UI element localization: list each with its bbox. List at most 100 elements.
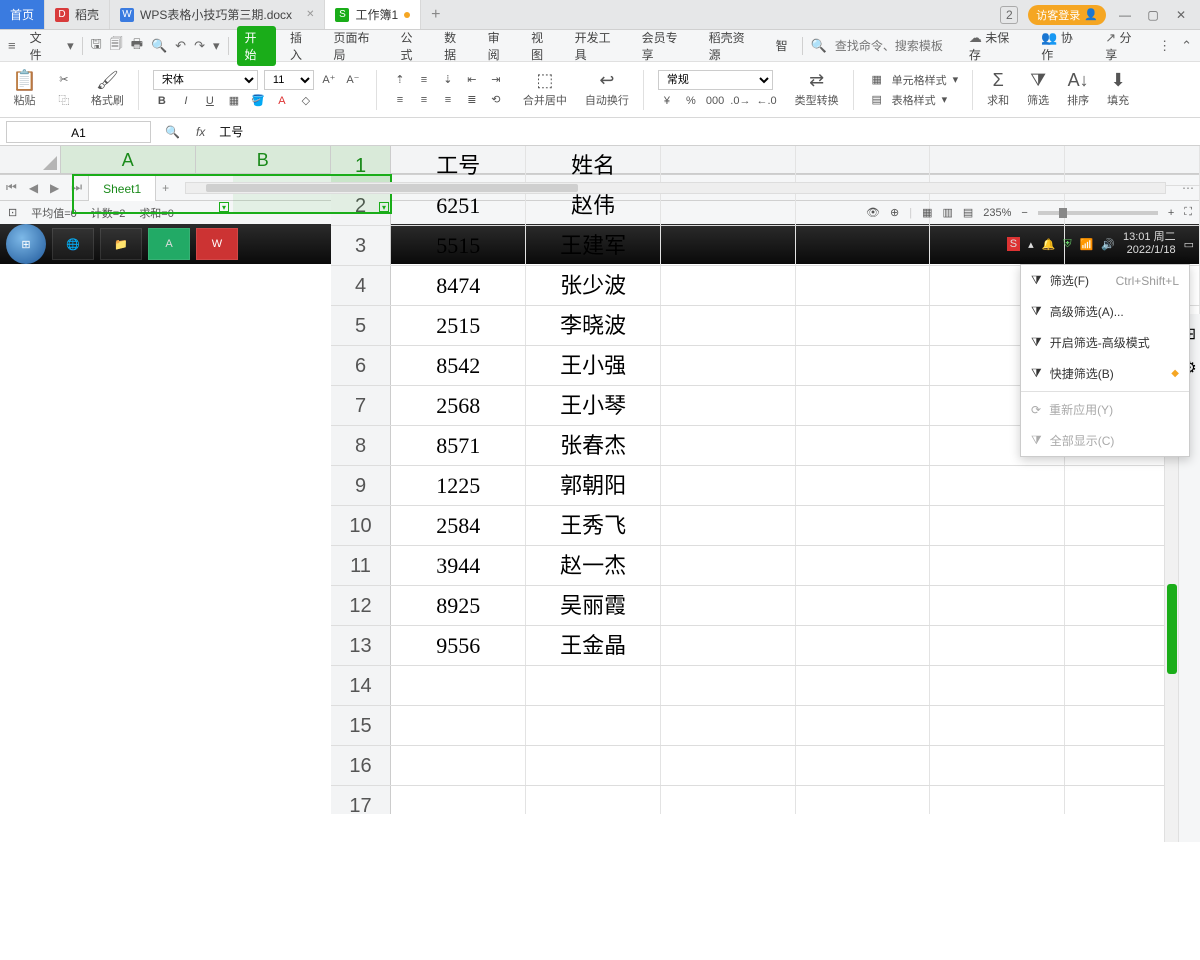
align-top-icon[interactable]: ⇡	[391, 71, 409, 89]
cell[interactable]	[661, 706, 796, 745]
share-button[interactable]: ↗ 分享	[1099, 25, 1148, 67]
filter-handle-A[interactable]: ▾	[219, 202, 229, 212]
close-icon[interactable]: ✕	[306, 9, 314, 20]
menu-data[interactable]: 数据	[438, 25, 474, 67]
cellstyle-icon[interactable]: ▦	[868, 71, 886, 89]
cell[interactable]: 3944	[391, 546, 526, 585]
row-header[interactable]: 14	[331, 666, 392, 705]
search-input[interactable]	[835, 39, 955, 53]
align-left-icon[interactable]: ≡	[391, 91, 409, 109]
wrap-icon[interactable]: ↩	[598, 72, 616, 90]
action-center-icon[interactable]: ▭	[1184, 238, 1194, 251]
cell[interactable]: 郭朝阳	[526, 466, 661, 505]
zoom-out-icon[interactable]: −	[1021, 207, 1027, 219]
number-format-select[interactable]: 常规	[658, 70, 773, 90]
filter-handle-B[interactable]: ▾	[379, 202, 389, 212]
formula-input[interactable]: 工号	[213, 123, 1200, 140]
row-header[interactable]: 4	[331, 266, 392, 305]
menu-member[interactable]: 会员专享	[636, 25, 695, 67]
paste-icon[interactable]: 📋	[12, 72, 37, 90]
cell[interactable]	[1065, 146, 1200, 185]
cut-icon[interactable]: ✂	[55, 71, 73, 89]
sheet-tab[interactable]: Sheet1	[88, 175, 156, 201]
sort-icon[interactable]: A↓	[1068, 72, 1089, 90]
cell[interactable]	[930, 786, 1065, 814]
cell[interactable]: 张少波	[526, 266, 661, 305]
cell[interactable]	[930, 546, 1065, 585]
tablestyle-icon[interactable]: ▤	[868, 91, 886, 109]
cell[interactable]	[796, 346, 931, 385]
cell[interactable]	[661, 586, 796, 625]
indent-dec-icon[interactable]: ⇤	[463, 71, 481, 89]
preview-icon[interactable]: 🔍	[151, 38, 167, 54]
cell[interactable]	[661, 546, 796, 585]
cell[interactable]	[661, 426, 796, 465]
cell[interactable]	[930, 146, 1065, 185]
collapse-ribbon-icon[interactable]: ⌃	[1181, 38, 1192, 54]
underline-icon[interactable]: U	[201, 92, 219, 110]
zoom-value[interactable]: 235%	[983, 207, 1011, 219]
redo-icon[interactable]: ↷	[194, 38, 205, 54]
cell[interactable]	[661, 386, 796, 425]
menu-smart[interactable]: 智	[770, 33, 794, 58]
cell[interactable]	[796, 626, 931, 665]
undo-icon[interactable]: ↶	[175, 38, 186, 54]
cell[interactable]	[526, 666, 661, 705]
indent-inc-icon[interactable]: ⇥	[487, 71, 505, 89]
cell[interactable]	[930, 706, 1065, 745]
menu-filter[interactable]: ⧩筛选(F)Ctrl+Shift+L	[1021, 265, 1189, 296]
increase-font-icon[interactable]: A⁺	[320, 71, 338, 89]
font-color-icon[interactable]: A	[273, 92, 291, 110]
row-header[interactable]: 1	[331, 146, 392, 185]
row-header[interactable]: 6	[331, 346, 392, 385]
comma-icon[interactable]: 000	[706, 92, 724, 110]
cell[interactable]	[796, 706, 931, 745]
menu-adv-mode[interactable]: ⧩开启筛选-高级模式	[1021, 327, 1189, 358]
cell[interactable]	[796, 146, 931, 185]
align-right-icon[interactable]: ≡	[439, 91, 457, 109]
fill-icon[interactable]: ⬇	[1109, 72, 1127, 90]
cell[interactable]	[930, 466, 1065, 505]
cell[interactable]: 王秀飞	[526, 506, 661, 545]
row-header[interactable]: 13	[331, 626, 392, 665]
cell[interactable]	[796, 266, 931, 305]
view-break-icon[interactable]: ▤	[963, 206, 973, 219]
cell[interactable]: 工号	[391, 146, 526, 185]
scrollbar-thumb[interactable]	[1167, 584, 1177, 674]
notify-icon[interactable]: 🔔	[1042, 238, 1056, 251]
cell[interactable]: 赵一杰	[526, 546, 661, 585]
taskbar-app[interactable]: 🌐	[52, 228, 94, 260]
maximize-button[interactable]: ▢	[1144, 6, 1162, 24]
cell[interactable]: 2584	[391, 506, 526, 545]
cell[interactable]	[796, 666, 931, 705]
copy-icon[interactable]: ⿻	[55, 91, 73, 109]
record-icon[interactable]: ⊡	[8, 206, 17, 219]
name-box[interactable]: A1	[6, 121, 151, 143]
cell[interactable]	[661, 306, 796, 345]
view-page-icon[interactable]: ▥	[942, 206, 952, 219]
taskbar-app[interactable]: W	[196, 228, 238, 260]
cell[interactable]: 吴丽霞	[526, 586, 661, 625]
cell[interactable]	[796, 506, 931, 545]
close-window-button[interactable]: ✕	[1172, 6, 1190, 24]
sum-icon[interactable]: Σ	[989, 72, 1007, 90]
cell[interactable]: 王小琴	[526, 386, 661, 425]
more-icon[interactable]: ⋯	[1176, 181, 1200, 195]
font-name-select[interactable]: 宋体	[153, 70, 258, 90]
save-icon[interactable]: 🖫	[91, 35, 102, 57]
start-button[interactable]: ⊞	[6, 224, 46, 264]
cell[interactable]	[661, 626, 796, 665]
row-header[interactable]: 5	[331, 306, 392, 345]
cell[interactable]	[930, 666, 1065, 705]
spreadsheet-grid[interactable]: A B 1 工号 姓名 2 6251 赵伟 3 5515 王建军 4 8474 …	[0, 146, 1200, 842]
row-header[interactable]: 9	[331, 466, 392, 505]
file-menu[interactable]: 文件	[24, 25, 60, 67]
cell[interactable]	[526, 746, 661, 785]
chevron-down-icon[interactable]: ▾	[213, 38, 220, 54]
taskbar-app[interactable]: A	[148, 228, 190, 260]
cell[interactable]	[661, 786, 796, 814]
type-convert-icon[interactable]: ⇄	[808, 72, 826, 90]
col-header-B[interactable]: B	[196, 146, 331, 173]
row-header[interactable]: 8	[331, 426, 392, 465]
cell[interactable]	[661, 506, 796, 545]
